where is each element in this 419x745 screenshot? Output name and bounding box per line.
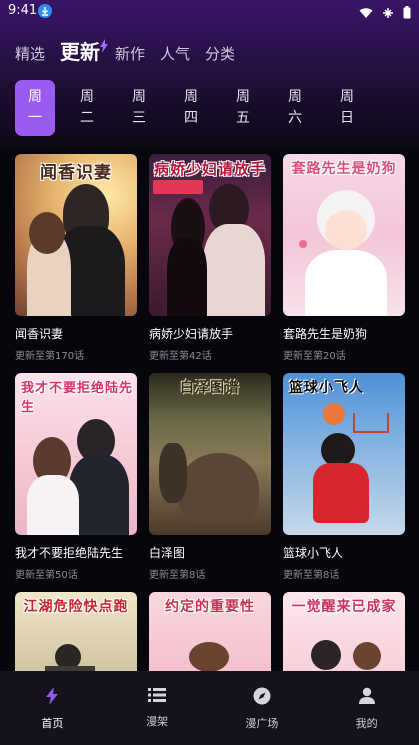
battery-icon: [403, 4, 411, 23]
tab-featured[interactable]: 精选: [15, 44, 45, 64]
weekday-tue[interactable]: 周 二: [67, 80, 107, 136]
weekday-label: 三: [132, 110, 146, 126]
nav-label: 我的: [355, 717, 378, 730]
cover-title: 白泽图谱: [180, 380, 240, 396]
nav-label: 漫架: [146, 715, 169, 728]
comic-cover: 我才不要拒绝陆先生: [15, 373, 137, 535]
comic-card[interactable]: 闻香识妻 闻香识妻 更新至第170话: [15, 154, 137, 362]
comic-cover: 病娇少妇请放手: [149, 154, 271, 316]
weekday-label: 二: [80, 110, 94, 126]
comic-title: 我才不要拒绝陆先生: [15, 546, 124, 560]
cover-title: 套路先生是奶狗: [291, 161, 397, 177]
weekday-mon[interactable]: 周 一: [15, 80, 55, 136]
weekday-selector: 周 一 周 二 周 三 周 四 周 五 周 六 周 日: [15, 80, 405, 136]
weekday-sun[interactable]: 周 日: [327, 80, 367, 136]
tab-categories[interactable]: 分类: [205, 44, 235, 64]
top-nav: 精选 更新 新作 人气 分类: [15, 34, 250, 64]
comic-update: 更新至第8话: [283, 570, 340, 581]
comic-title: 病娇少妇请放手: [149, 327, 234, 341]
tab-new[interactable]: 新作: [115, 44, 145, 64]
weekday-prefix: 周: [236, 89, 250, 105]
nav-plaza[interactable]: 漫广场: [210, 671, 315, 745]
lightning-icon: [45, 687, 59, 709]
tab-updates-label: 更新: [60, 40, 101, 64]
tab-updates[interactable]: 更新: [60, 39, 109, 64]
weekday-prefix: 周: [340, 89, 354, 105]
comic-card[interactable]: 篮球小飞人 篮球小飞人 更新至第8话: [283, 373, 405, 581]
comic-update: 更新至第42话: [149, 351, 212, 362]
cover-title: 一觉醒来已成家: [291, 599, 397, 615]
comic-card[interactable]: 我才不要拒绝陆先生 我才不要拒绝陆先生 更新至第50话: [15, 373, 137, 581]
tab-popular[interactable]: 人气: [160, 44, 190, 64]
comic-update: 更新至第50话: [15, 570, 78, 581]
bottom-nav: 首页 漫架 漫广场 我的: [0, 671, 419, 745]
wifi-icon: [359, 4, 373, 23]
spark-icon: [99, 34, 109, 58]
comic-update: 更新至第20话: [283, 351, 346, 362]
nav-label: 首页: [41, 717, 64, 730]
cover-title: 我才不要拒绝陆先生: [21, 381, 134, 415]
download-icon: [38, 4, 52, 18]
cover-title: 篮球小飞人: [289, 380, 364, 396]
weekday-label: 四: [184, 110, 198, 126]
weekday-thu[interactable]: 周 四: [171, 80, 211, 136]
cover-title: 江湖危险快点跑: [23, 599, 129, 615]
weekday-label: 一: [28, 110, 42, 126]
user-icon: [358, 687, 375, 709]
comic-cover: 篮球小飞人: [283, 373, 405, 535]
weekday-sat[interactable]: 周 六: [275, 80, 315, 136]
nav-shelf[interactable]: 漫架: [105, 671, 210, 745]
cover-title: 闻香识妻: [40, 163, 112, 183]
weekday-prefix: 周: [132, 89, 146, 105]
shelf-icon: [148, 687, 167, 707]
status-time: 9:41: [8, 3, 38, 18]
comic-card[interactable]: 白泽图谱 白泽图 更新至第8话: [149, 373, 271, 581]
nav-label: 漫广场: [245, 717, 279, 730]
compass-icon: [253, 687, 271, 709]
weekday-prefix: 周: [288, 89, 302, 105]
comic-update: 更新至第170话: [15, 351, 85, 362]
comic-title: 白泽图: [149, 546, 186, 560]
comic-title: 闻香识妻: [15, 327, 64, 341]
nav-profile[interactable]: 我的: [314, 671, 419, 745]
cover-title: 约定的重要性: [165, 599, 255, 615]
weekday-label: 五: [236, 110, 250, 126]
nav-home[interactable]: 首页: [0, 671, 105, 745]
weekday-prefix: 周: [80, 89, 94, 105]
comic-card[interactable]: 病娇少妇请放手 病娇少妇请放手 更新至第42话: [149, 154, 271, 362]
comic-title: 篮球小飞人: [283, 546, 344, 560]
comic-cover: 闻香识妻: [15, 154, 137, 316]
cover-title: 病娇少妇请放手: [153, 160, 266, 178]
comic-card[interactable]: 套路先生是奶狗 套路先生是奶狗 更新至第20话: [283, 154, 405, 362]
comic-cover: 白泽图谱: [149, 373, 271, 535]
signal-icon: [382, 4, 394, 23]
weekday-fri[interactable]: 周 五: [223, 80, 263, 136]
status-bar: 9:41: [0, 0, 419, 24]
weekday-wed[interactable]: 周 三: [119, 80, 159, 136]
comic-update: 更新至第8话: [149, 570, 206, 581]
comic-cover: 套路先生是奶狗: [283, 154, 405, 316]
comic-title: 套路先生是奶狗: [283, 327, 368, 341]
weekday-prefix: 周: [184, 89, 198, 105]
weekday-label: 日: [340, 110, 354, 126]
weekday-label: 六: [288, 110, 302, 126]
weekday-prefix: 周: [28, 89, 42, 105]
